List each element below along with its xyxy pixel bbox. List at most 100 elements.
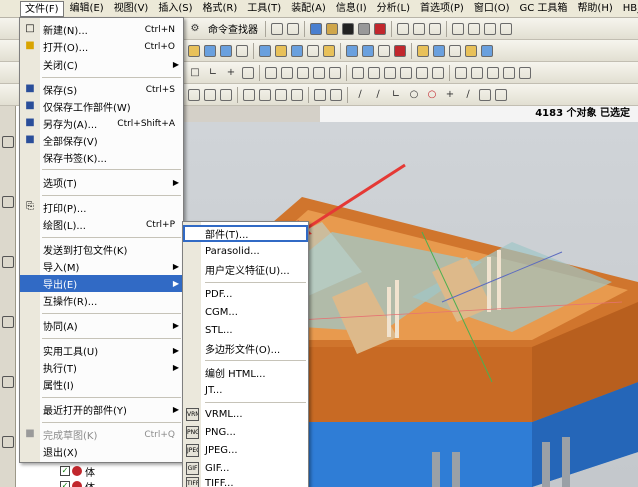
file-close-item[interactable]: 关闭(C) ▶ bbox=[20, 56, 183, 73]
sketch-tool-icon[interactable] bbox=[242, 66, 254, 79]
snap-icon[interactable] bbox=[291, 88, 303, 101]
check-icon[interactable]: ✓ bbox=[60, 481, 70, 487]
sketch-tool-icon[interactable] bbox=[281, 66, 293, 79]
render-style-icon[interactable] bbox=[374, 22, 386, 35]
feature-icon[interactable] bbox=[378, 44, 390, 57]
sketch-tool-icon[interactable] bbox=[455, 66, 467, 79]
file-save-all-item[interactable]: ■ 全部保存(V) bbox=[20, 132, 183, 149]
feature-icon[interactable] bbox=[394, 44, 406, 57]
file-print-item[interactable]: ⎘ 打印(P)... bbox=[20, 199, 183, 216]
sketch-tool-icon[interactable] bbox=[487, 66, 499, 79]
feature-icon[interactable] bbox=[465, 44, 477, 57]
check-icon[interactable]: ✓ bbox=[60, 466, 70, 476]
snap-line-icon[interactable]: ∕ bbox=[371, 88, 385, 102]
export-parasolid-item[interactable]: Parasolid... bbox=[183, 243, 308, 260]
snap-circle-icon[interactable]: ○ bbox=[425, 88, 439, 102]
menu-help[interactable]: 帮助(H) bbox=[573, 1, 616, 17]
layer-icon[interactable] bbox=[429, 22, 441, 35]
command-finder-icon[interactable]: ⚙ bbox=[188, 22, 202, 36]
export-cgm-item[interactable]: CGM... bbox=[183, 304, 308, 321]
feature-icon[interactable] bbox=[417, 44, 429, 57]
menu-view[interactable]: 视图(V) bbox=[110, 1, 153, 17]
reuse-library-icon[interactable] bbox=[2, 256, 14, 268]
file-save-item[interactable]: ■ 保存(S) Ctrl+S bbox=[20, 81, 183, 98]
snap-icon[interactable] bbox=[479, 88, 491, 101]
feature-icon[interactable] bbox=[188, 44, 200, 57]
file-exit-item[interactable]: 退出(X) bbox=[20, 443, 183, 460]
snap-icon[interactable] bbox=[495, 88, 507, 101]
sketch-tool-icon[interactable] bbox=[313, 66, 325, 79]
file-import-item[interactable]: 导入(M) ▶ bbox=[20, 258, 183, 275]
file-save-as-item[interactable]: ■ 另存为(A)... Ctrl+Shift+A bbox=[20, 115, 183, 132]
file-finish-sketch-item[interactable]: ■ 完成草图(K) Ctrl+Q bbox=[20, 426, 183, 443]
view-tool-icon[interactable] bbox=[271, 22, 283, 35]
layer-icon[interactable] bbox=[413, 22, 425, 35]
sketch-tool-icon[interactable] bbox=[297, 66, 309, 79]
file-save-bookmark-item[interactable]: 保存书签(K)... bbox=[20, 149, 183, 166]
file-options-item[interactable]: 选项(T) ▶ bbox=[20, 174, 183, 191]
menu-hb-mould[interactable]: HB_MOU bbox=[619, 1, 638, 17]
menu-insert[interactable]: 插入(S) bbox=[154, 1, 196, 17]
menu-assembly[interactable]: 装配(A) bbox=[287, 1, 330, 17]
web-browser-icon[interactable] bbox=[2, 316, 14, 328]
feature-icon[interactable] bbox=[275, 44, 287, 57]
shading-icon[interactable] bbox=[310, 22, 322, 35]
layer-icon[interactable] bbox=[397, 22, 409, 35]
assembly-navigator-icon[interactable] bbox=[2, 136, 14, 148]
sketch-tool-icon[interactable] bbox=[265, 66, 277, 79]
export-udf-item[interactable]: 用户定义特征(U)... bbox=[183, 261, 308, 278]
feature-icon[interactable] bbox=[323, 44, 335, 57]
sketch-tool-icon[interactable] bbox=[519, 66, 531, 79]
menu-edit[interactable]: 编辑(E) bbox=[66, 1, 108, 17]
sketch-tool-icon[interactable] bbox=[384, 66, 396, 79]
menu-format[interactable]: 格式(R) bbox=[199, 1, 242, 17]
history-icon[interactable] bbox=[2, 376, 14, 388]
menu-file[interactable]: 文件(F) bbox=[20, 0, 64, 17]
export-stl-item[interactable]: STL... bbox=[183, 322, 308, 339]
sketch-tool-icon[interactable] bbox=[352, 66, 364, 79]
snap-center-icon[interactable]: ○ bbox=[407, 88, 421, 102]
export-vrml-item[interactable]: VRML VRML... bbox=[183, 406, 308, 423]
rectangle-icon[interactable]: □ bbox=[188, 66, 202, 80]
navigator-row[interactable]: ✓ 体 bbox=[60, 479, 95, 487]
file-new-item[interactable]: □ 新建(N)... Ctrl+N bbox=[20, 21, 183, 38]
file-execute-item[interactable]: 执行(T) ▶ bbox=[20, 359, 183, 376]
export-jt-item[interactable]: JT... bbox=[183, 382, 308, 399]
menu-analysis[interactable]: 分析(L) bbox=[373, 1, 414, 17]
tool-icon[interactable] bbox=[468, 22, 480, 35]
sketch-tool-icon[interactable] bbox=[368, 66, 380, 79]
feature-icon[interactable] bbox=[291, 44, 303, 57]
file-interop-item[interactable]: 互操作(R)... bbox=[20, 292, 183, 309]
feature-icon[interactable] bbox=[307, 44, 319, 57]
feature-icon[interactable] bbox=[236, 44, 248, 57]
snap-icon[interactable] bbox=[330, 88, 342, 101]
feature-icon[interactable] bbox=[449, 44, 461, 57]
snap-icon[interactable] bbox=[220, 88, 232, 101]
feature-icon[interactable] bbox=[481, 44, 493, 57]
export-pdf-item[interactable]: PDF... bbox=[183, 286, 308, 303]
feature-icon[interactable] bbox=[362, 44, 374, 57]
sketch-tool-icon[interactable] bbox=[503, 66, 515, 79]
feature-icon[interactable] bbox=[204, 44, 216, 57]
snap-icon[interactable] bbox=[243, 88, 255, 101]
export-html-item[interactable]: 编创 HTML... bbox=[183, 364, 308, 381]
snap-icon[interactable] bbox=[259, 88, 271, 101]
file-open-item[interactable]: ■ 打开(O)... Ctrl+O bbox=[20, 38, 183, 55]
sketch-tool-icon[interactable] bbox=[416, 66, 428, 79]
menu-window[interactable]: 窗口(O) bbox=[470, 1, 514, 17]
snap-intersection-icon[interactable]: + bbox=[443, 88, 457, 102]
menu-gc-toolbox[interactable]: GC 工具箱 bbox=[516, 1, 572, 17]
feature-icon[interactable] bbox=[346, 44, 358, 57]
export-part-item[interactable]: 部件(T)... bbox=[183, 225, 308, 242]
line-icon[interactable]: ∟ bbox=[206, 66, 220, 80]
export-tiff-item[interactable]: TIFF TIFF... bbox=[183, 475, 308, 487]
snap-icon[interactable] bbox=[275, 88, 287, 101]
render-style-icon[interactable] bbox=[358, 22, 370, 35]
file-collaborate-item[interactable]: 协同(A) ▶ bbox=[20, 317, 183, 334]
snap-tangent-icon[interactable]: ∕ bbox=[461, 88, 475, 102]
export-png-item[interactable]: PNG PNG... bbox=[183, 424, 308, 441]
feature-icon[interactable] bbox=[433, 44, 445, 57]
tool-icon[interactable] bbox=[500, 22, 512, 35]
snap-endpoint-icon[interactable]: ∟ bbox=[389, 88, 403, 102]
export-jpeg-item[interactable]: JPEG JPEG... bbox=[183, 442, 308, 459]
